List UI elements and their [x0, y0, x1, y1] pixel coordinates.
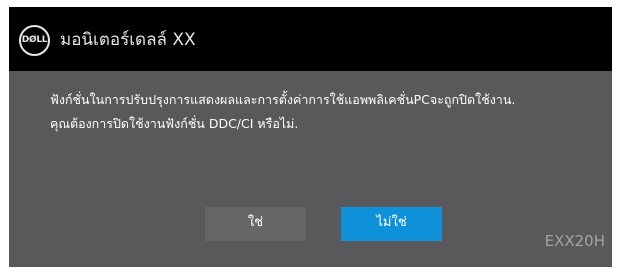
model-name: EXX20H: [544, 232, 605, 250]
message-line-2: คุณต้องการปิดใช้งานฟังก์ชั่น DDC/CI หรือ…: [50, 116, 299, 131]
dialog-title-bar: DØLL มอนิเตอร์เดลล์ XX: [9, 7, 612, 71]
no-button[interactable]: ไม่ใช่: [341, 207, 442, 241]
dell-logo-text: DØLL: [21, 35, 48, 45]
dell-logo-icon: DØLL: [19, 25, 50, 56]
ddc-ci-dialog: DØLL มอนิเตอร์เดลล์ XX ฟังก์ชั่นในการปรั…: [9, 7, 612, 267]
dialog-title: มอนิเตอร์เดลล์ XX: [60, 30, 196, 50]
message-line-1: ฟังก์ชั่นในการปรับปรุงการแสดงผลและการตั้…: [50, 92, 516, 107]
yes-button[interactable]: ใช่: [205, 207, 306, 241]
dialog-message: ฟังก์ชั่นในการปรับปรุงการแสดงผลและการตั้…: [50, 88, 600, 136]
